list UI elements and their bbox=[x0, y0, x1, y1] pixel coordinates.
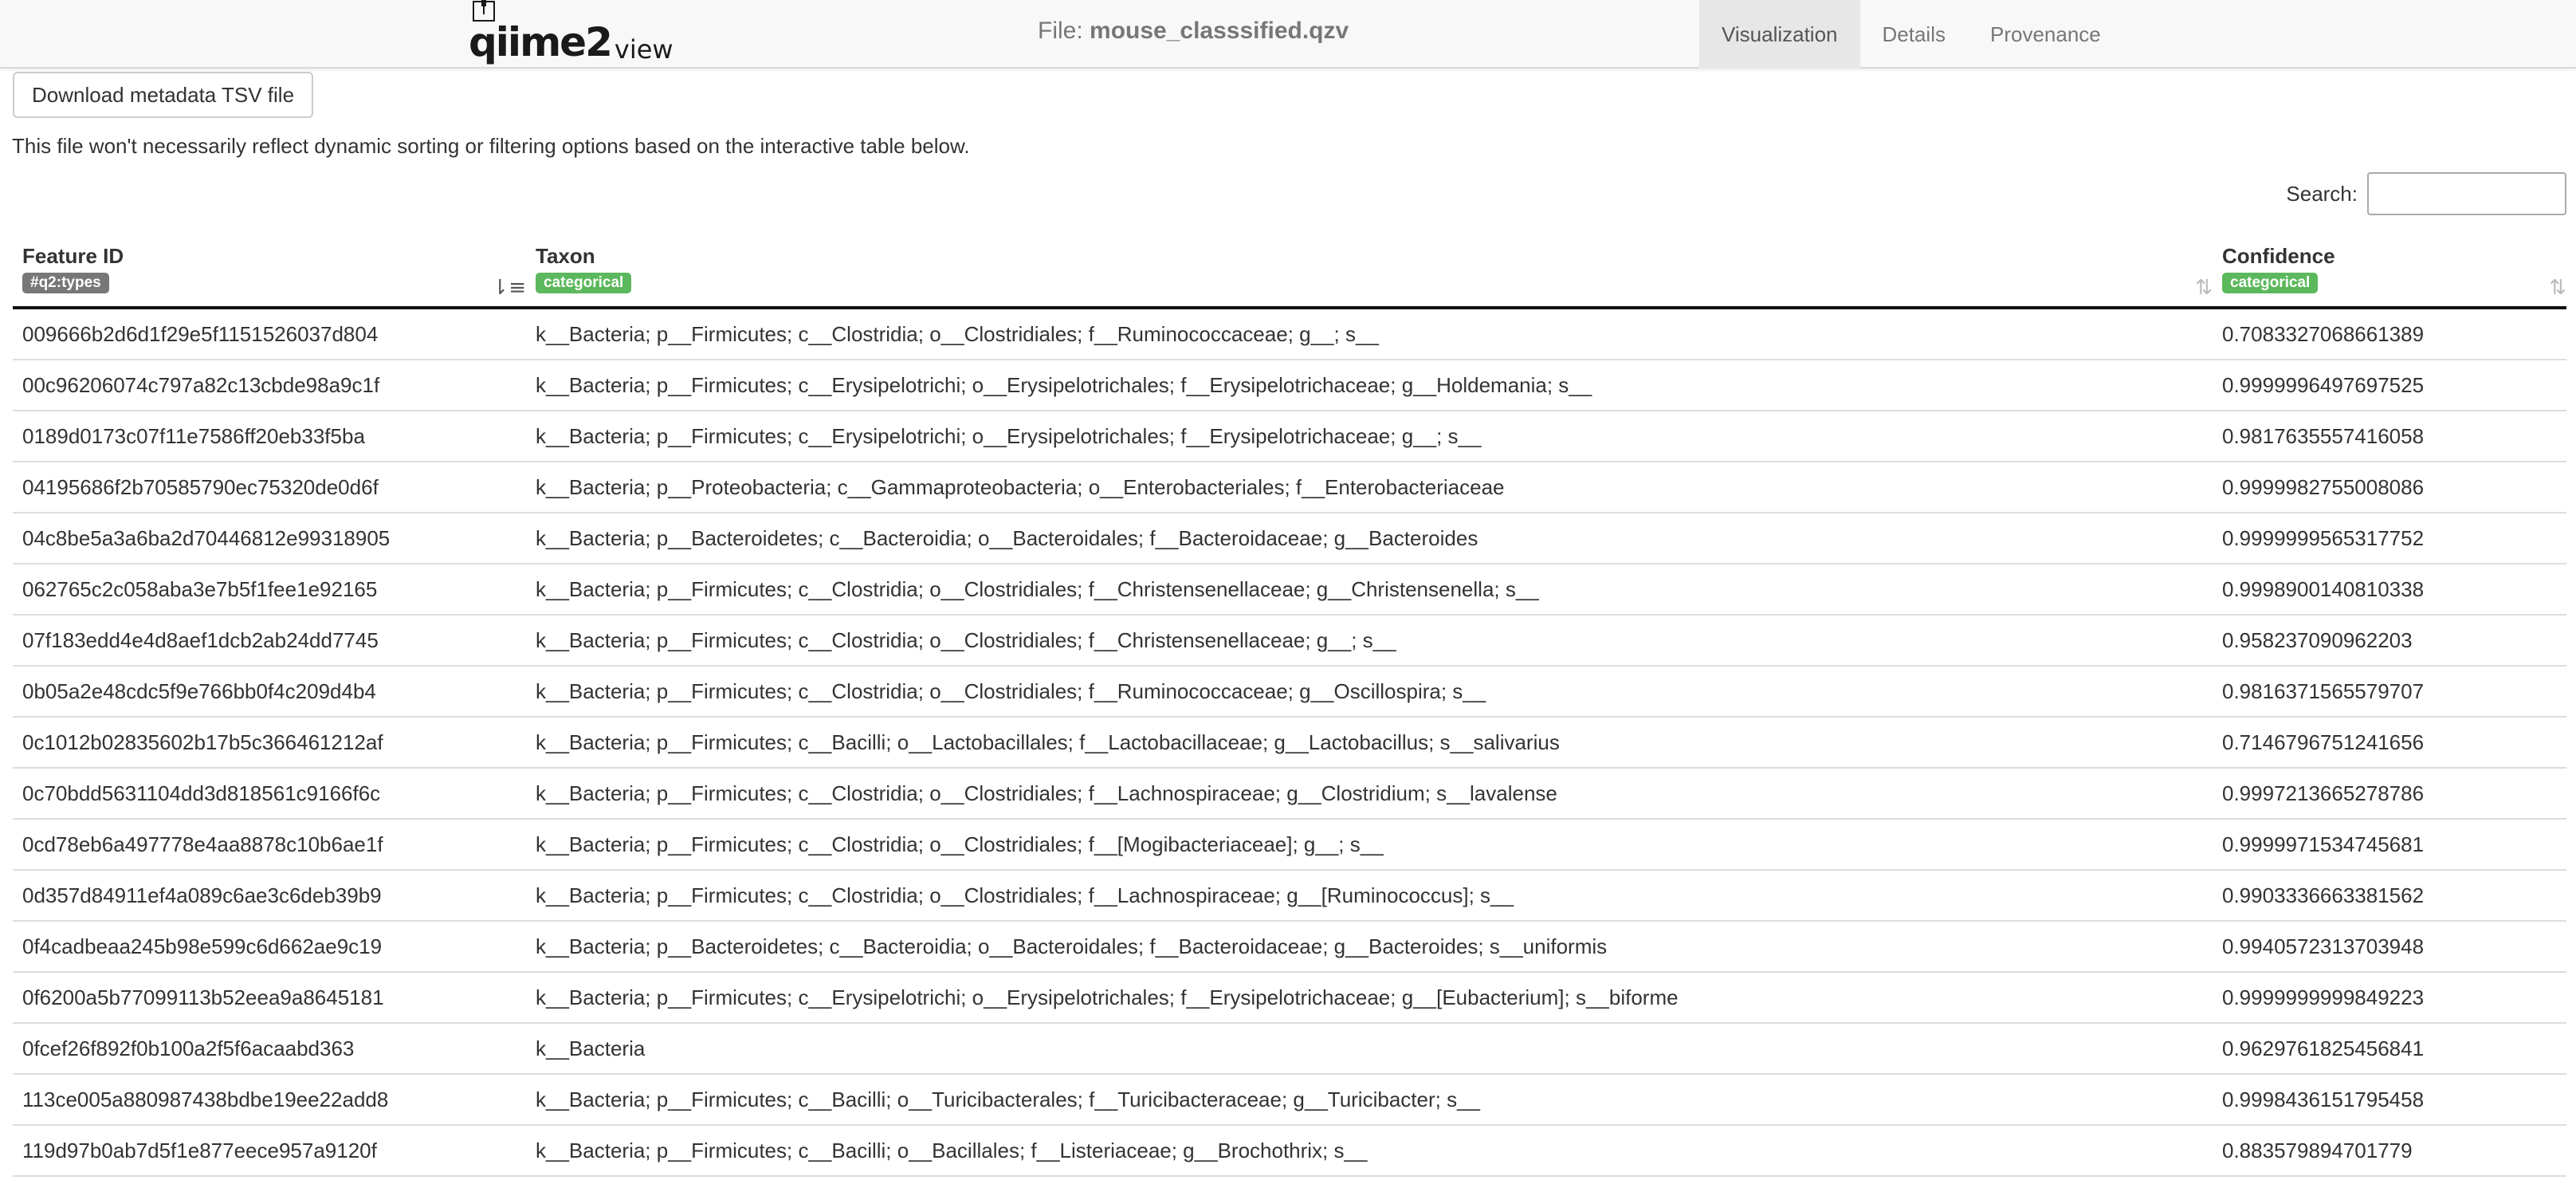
table-row[interactable]: 009666b2d6d1f29e5f1151526037d804 k__Bacte… bbox=[13, 309, 2566, 360]
cell-taxon: k__Bacteria; p__Proteobacteria; c__Gamma… bbox=[536, 475, 1505, 499]
cell-confidence: 0.9816371565579707 bbox=[2222, 679, 2425, 703]
table-row[interactable]: 00c96206074c797a82c13cbde98a9c1f k__Bacte… bbox=[13, 360, 2566, 411]
nav-tabs: Visualization Details Provenance bbox=[1699, 0, 2123, 69]
table-row[interactable]: 0f6200a5b77099113b52eea9a8645181 k__Bacte… bbox=[13, 973, 2566, 1024]
cell-taxon: k__Bacteria; p__Firmicutes; c__Clostridi… bbox=[536, 883, 1514, 907]
column-type-badge: #q2:types bbox=[22, 273, 109, 293]
cell-confidence: 0.7146796751241656 bbox=[2222, 730, 2425, 754]
cell-confidence: 0.7083327068661389 bbox=[2222, 322, 2425, 346]
cell-confidence: 0.9999982755008086 bbox=[2222, 475, 2425, 499]
tab-provenance[interactable]: Provenance bbox=[1968, 0, 2123, 69]
cell-confidence: 0.9997213665278786 bbox=[2222, 781, 2425, 805]
column-header-feature-id[interactable]: Feature ID #q2:types ⇂≡ bbox=[13, 244, 526, 309]
table-row[interactable]: 0189d0173c07f11e7586ff20eb33f5ba k__Bacte… bbox=[13, 411, 2566, 462]
file-prefix: File: bbox=[1038, 18, 1090, 44]
cell-taxon: k__Bacteria; p__Firmicutes; c__Clostridi… bbox=[536, 628, 1396, 652]
cell-taxon: k__Bacteria; p__Firmicutes; c__Clostridi… bbox=[536, 832, 1384, 856]
table-row[interactable]: 04195686f2b70585790ec75320de0d6f k__Bacte… bbox=[13, 462, 2566, 513]
table-row[interactable]: 062765c2c058aba3e7b5f1fee1e92165 k__Bacte… bbox=[13, 564, 2566, 616]
table-row[interactable]: 0c1012b02835602b17b5c366461212af k__Bacte… bbox=[13, 718, 2566, 769]
download-metadata-button[interactable]: Download metadata TSV file bbox=[13, 72, 314, 118]
table-row[interactable]: 07f183edd4e4d8aef1dcb2ab24dd7745 k__Bacte… bbox=[13, 616, 2566, 667]
cell-feature-id: 0c1012b02835602b17b5c366461212af bbox=[22, 730, 383, 754]
download-note: This file won't necessarily reflect dyna… bbox=[12, 134, 970, 158]
sort-ascending-icon[interactable]: ⇂≡ bbox=[491, 276, 526, 300]
cell-feature-id: 0cd78eb6a497778e4aa8878c10b6ae1f bbox=[22, 832, 383, 856]
search-box: Search: bbox=[2286, 172, 2566, 215]
logo-main-text: qiime2 bbox=[469, 19, 613, 65]
table-row[interactable]: 113ce005a880987438bdbe19ee22add8 k__Bacte… bbox=[13, 1075, 2566, 1126]
column-type-badge: categorical bbox=[2222, 273, 2319, 293]
file-name: mouse_classsified.qzv bbox=[1090, 18, 1349, 44]
table-body: 009666b2d6d1f29e5f1151526037d804 k__Bacte… bbox=[13, 309, 2566, 1177]
search-label: Search: bbox=[2286, 181, 2358, 206]
cell-confidence: 0.9999999565317752 bbox=[2222, 526, 2425, 550]
file-title: File: mouse_classsified.qzv bbox=[1038, 18, 1349, 45]
cell-feature-id: 0f6200a5b77099113b52eea9a8645181 bbox=[22, 985, 384, 1009]
column-title: Confidence bbox=[2222, 244, 2335, 268]
cell-taxon: k__Bacteria; p__Firmicutes; c__Clostridi… bbox=[536, 679, 1486, 703]
cell-confidence: 0.9998900140810338 bbox=[2222, 577, 2425, 601]
cell-taxon: k__Bacteria; p__Firmicutes; c__Clostridi… bbox=[536, 781, 1557, 805]
cell-feature-id: 04195686f2b70585790ec75320de0d6f bbox=[22, 475, 379, 499]
column-title: Feature ID bbox=[22, 244, 124, 268]
cell-taxon: k__Bacteria; p__Firmicutes; c__Clostridi… bbox=[536, 577, 1539, 601]
column-type-badge: categorical bbox=[536, 273, 632, 293]
qiime2-view-logo[interactable]: qiime2 view bbox=[469, 0, 673, 65]
column-header-taxon[interactable]: Taxon categorical ⇅ bbox=[526, 244, 2213, 309]
cell-taxon: k__Bacteria; p__Firmicutes; c__Erysipelo… bbox=[536, 985, 1679, 1009]
cell-confidence: 0.9998436151795458 bbox=[2222, 1088, 2425, 1111]
cell-taxon: k__Bacteria; p__Bacteroidetes; c__Bacter… bbox=[536, 526, 1478, 550]
cell-confidence: 0.9817635557416058 bbox=[2222, 424, 2425, 448]
cell-feature-id: 009666b2d6d1f29e5f1151526037d804 bbox=[22, 322, 379, 346]
table-row[interactable]: 0f4cadbeaa245b98e599c6d662ae9c19 k__Bacte… bbox=[13, 922, 2566, 973]
tab-details[interactable]: Details bbox=[1860, 0, 1968, 69]
cell-feature-id: 0189d0173c07f11e7586ff20eb33f5ba bbox=[22, 424, 365, 448]
sort-both-icon[interactable]: ⇅ bbox=[2549, 276, 2566, 300]
cell-feature-id: 119d97b0ab7d5f1e877eece957a9120f bbox=[22, 1139, 377, 1162]
cell-confidence: 0.958237090962203 bbox=[2222, 628, 2413, 652]
cell-confidence: 0.883579894701779 bbox=[2222, 1139, 2413, 1162]
table-header: Feature ID #q2:types ⇂≡ Taxon categorica… bbox=[13, 236, 2566, 309]
cell-confidence: 0.9999971534745681 bbox=[2222, 832, 2425, 856]
cell-confidence: 0.9903336663381562 bbox=[2222, 883, 2425, 907]
table-row[interactable]: 0fcef26f892f0b100a2f5f6acaabd363 k__Bacte… bbox=[13, 1024, 2566, 1075]
table-row[interactable]: 0cd78eb6a497778e4aa8878c10b6ae1f k__Bacte… bbox=[13, 820, 2566, 871]
cell-feature-id: 0d357d84911ef4a089c6ae3c6deb39b9 bbox=[22, 883, 382, 907]
cell-taxon: k__Bacteria; p__Firmicutes; c__Bacilli; … bbox=[536, 1088, 1480, 1111]
cell-feature-id: 0c70bdd5631104dd3d818561c9166f6c bbox=[22, 781, 381, 805]
cell-confidence: 0.9999996497697525 bbox=[2222, 373, 2425, 397]
cell-taxon: k__Bacteria bbox=[536, 1036, 646, 1060]
cell-feature-id: 00c96206074c797a82c13cbde98a9c1f bbox=[22, 373, 380, 397]
table-row[interactable]: 0b05a2e48cdc5f9e766bb0f4c209d4b4 k__Bacte… bbox=[13, 667, 2566, 718]
top-navbar: qiime2 view File: mouse_classsified.qzv … bbox=[0, 0, 2576, 69]
cell-confidence: 0.9629761825456841 bbox=[2222, 1036, 2425, 1060]
metadata-table: Feature ID #q2:types ⇂≡ Taxon categorica… bbox=[13, 236, 2566, 1177]
column-title: Taxon bbox=[536, 244, 595, 268]
logo-view-text: view bbox=[614, 34, 673, 65]
cell-taxon: k__Bacteria; p__Firmicutes; c__Erysipelo… bbox=[536, 373, 1592, 397]
cell-taxon: k__Bacteria; p__Bacteroidetes; c__Bacter… bbox=[536, 934, 1608, 958]
cell-taxon: k__Bacteria; p__Firmicutes; c__Clostridi… bbox=[536, 322, 1379, 346]
table-row[interactable]: 0c70bdd5631104dd3d818561c9166f6c k__Bacte… bbox=[13, 769, 2566, 820]
cell-feature-id: 0f4cadbeaa245b98e599c6d662ae9c19 bbox=[22, 934, 383, 958]
cell-feature-id: 0fcef26f892f0b100a2f5f6acaabd363 bbox=[22, 1036, 355, 1060]
cell-taxon: k__Bacteria; p__Firmicutes; c__Erysipelo… bbox=[536, 424, 1482, 448]
table-row[interactable]: 0d357d84911ef4a089c6ae3c6deb39b9 k__Bacte… bbox=[13, 871, 2566, 922]
cell-feature-id: 0b05a2e48cdc5f9e766bb0f4c209d4b4 bbox=[22, 679, 376, 703]
search-input[interactable] bbox=[2367, 172, 2566, 215]
cell-confidence: 0.9999999999849223 bbox=[2222, 985, 2425, 1009]
sort-both-icon[interactable]: ⇅ bbox=[2195, 276, 2213, 300]
table-row[interactable]: 04c8be5a3a6ba2d70446812e99318905 k__Bacte… bbox=[13, 513, 2566, 564]
tab-visualization[interactable]: Visualization bbox=[1699, 0, 1860, 69]
cell-taxon: k__Bacteria; p__Firmicutes; c__Bacilli; … bbox=[536, 730, 1560, 754]
cell-feature-id: 04c8be5a3a6ba2d70446812e99318905 bbox=[22, 526, 391, 550]
cell-feature-id: 113ce005a880987438bdbe19ee22add8 bbox=[22, 1088, 389, 1111]
cell-feature-id: 062765c2c058aba3e7b5f1fee1e92165 bbox=[22, 577, 378, 601]
column-header-confidence[interactable]: Confidence categorical ⇅ bbox=[2213, 244, 2566, 309]
cell-confidence: 0.9940572313703948 bbox=[2222, 934, 2425, 958]
cell-taxon: k__Bacteria; p__Firmicutes; c__Bacilli; … bbox=[536, 1139, 1368, 1162]
cell-feature-id: 07f183edd4e4d8aef1dcb2ab24dd7745 bbox=[22, 628, 379, 652]
table-row[interactable]: 119d97b0ab7d5f1e877eece957a9120f k__Bacte… bbox=[13, 1126, 2566, 1177]
